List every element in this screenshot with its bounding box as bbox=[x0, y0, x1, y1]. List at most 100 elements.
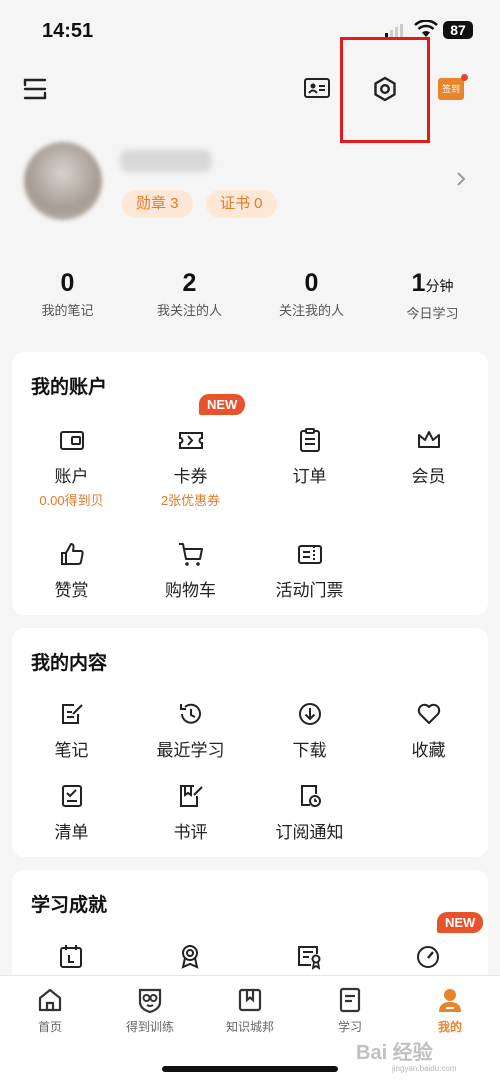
grid-label: 订单 bbox=[292, 467, 327, 486]
calendar-icon[interactable] bbox=[57, 942, 85, 970]
bookmark-icon bbox=[238, 988, 262, 1012]
coupon-icon bbox=[178, 432, 203, 449]
content-item-recent[interactable]: 最近学习 bbox=[131, 700, 250, 761]
thumbs-up-icon bbox=[60, 543, 84, 565]
tab-label: 学习 bbox=[337, 1020, 362, 1034]
grid-label: 下载 bbox=[292, 741, 327, 760]
achievements-title: 学习成就 bbox=[31, 895, 108, 916]
notification-dot bbox=[461, 74, 468, 81]
stat-label: 我关注的人 bbox=[156, 303, 222, 318]
grid-label: 购物车 bbox=[165, 581, 216, 600]
tab-label: 知识城邦 bbox=[225, 1020, 274, 1034]
stat-value: 1 bbox=[411, 269, 426, 297]
study-icon bbox=[339, 987, 361, 1013]
grid-label: 活动门票 bbox=[275, 581, 344, 600]
profile-icon bbox=[439, 989, 461, 1012]
account-item-coupons[interactable]: 卡券 2张优惠券 bbox=[131, 426, 250, 509]
new-badge: NEW bbox=[437, 912, 484, 933]
history-icon bbox=[179, 703, 201, 724]
chevron-right-icon[interactable] bbox=[454, 170, 468, 188]
home-indicator[interactable] bbox=[162, 1066, 338, 1072]
certificate-icon[interactable] bbox=[295, 942, 323, 970]
stat-unit: 分钟 bbox=[425, 278, 454, 294]
watermark-logo: Bai 经验 bbox=[356, 1042, 433, 1064]
content-item-favorites[interactable]: 收藏 bbox=[369, 700, 488, 761]
grid-label: 清单 bbox=[54, 823, 89, 842]
account-item-wallet[interactable]: 账户 0.00得到贝 bbox=[12, 426, 131, 509]
grid-label: 收藏 bbox=[411, 741, 446, 760]
id-card-icon[interactable] bbox=[303, 76, 331, 100]
content-item-checklist[interactable]: 清单 bbox=[12, 782, 131, 843]
sign-in-button[interactable]: 签到 bbox=[438, 74, 468, 102]
stats-row: 0 我的笔记 2 我关注的人 0 关注我的人 1分钟 今日学习 bbox=[0, 268, 500, 328]
content-item-downloads[interactable]: 下载 bbox=[250, 700, 369, 761]
stat-followers[interactable]: 0 关注我的人 bbox=[249, 268, 374, 319]
cart-icon bbox=[178, 543, 203, 566]
profile-header[interactable]: 勋章 3 证书 0 bbox=[0, 130, 500, 230]
stat-label: 关注我的人 bbox=[278, 303, 344, 318]
grid-label: 会员 bbox=[411, 467, 446, 486]
download-icon bbox=[298, 703, 321, 725]
stat-study-time[interactable]: 1分钟 今日学习 bbox=[370, 268, 495, 322]
stat-following[interactable]: 2 我关注的人 bbox=[127, 268, 252, 319]
watermark-url: jingyan.baidu.com bbox=[392, 1064, 457, 1073]
stat-value: 0 bbox=[304, 269, 319, 297]
grid-sub: 0.00得到贝 bbox=[39, 493, 104, 508]
crown-icon bbox=[417, 431, 440, 448]
account-item-membership[interactable]: 会员 bbox=[369, 426, 488, 487]
tab-home[interactable]: 首页 bbox=[0, 986, 100, 1035]
account-item-tips[interactable]: 赞赏 bbox=[12, 540, 131, 601]
tab-label: 得到训练 bbox=[125, 1020, 174, 1034]
cellular-signal-icon bbox=[385, 24, 403, 38]
account-title: 我的账户 bbox=[31, 377, 108, 398]
note-icon bbox=[61, 704, 83, 724]
subscription-icon bbox=[300, 785, 321, 807]
account-item-event-tickets[interactable]: 活动门票 bbox=[250, 540, 369, 601]
tab-label: 首页 bbox=[37, 1020, 62, 1034]
content-card: 我的内容 笔记 最近学习 下载 收藏 清单 书评 订阅通知 bbox=[12, 628, 488, 857]
account-card: 我的账户 账户 0.00得到贝 卡券 2张优惠券 NEW 订单 会员 赞赏 购物… bbox=[12, 352, 488, 615]
avatar[interactable] bbox=[24, 142, 102, 220]
stat-value: 2 bbox=[182, 269, 197, 297]
home-icon bbox=[38, 988, 62, 1012]
tab-training[interactable]: 得到训练 bbox=[100, 986, 200, 1035]
content-title: 我的内容 bbox=[31, 653, 108, 674]
medal-chip[interactable]: 勋章 3 bbox=[122, 190, 193, 218]
grid-label: 最近学习 bbox=[156, 741, 225, 760]
annotation-highlight-box bbox=[340, 37, 430, 143]
grid-label: 账户 bbox=[54, 467, 89, 486]
username-blurred bbox=[120, 150, 212, 172]
ticket-icon bbox=[297, 545, 322, 564]
tab-knowledge-city[interactable]: 知识城邦 bbox=[200, 986, 300, 1035]
content-item-subscriptions[interactable]: 订阅通知 bbox=[250, 782, 369, 843]
book-review-icon bbox=[179, 785, 203, 807]
tab-mine[interactable]: 我的 bbox=[400, 986, 500, 1035]
wallet-icon bbox=[59, 431, 84, 450]
grid-label: 笔记 bbox=[54, 741, 89, 760]
gauge-icon[interactable] bbox=[414, 942, 442, 970]
checklist-icon bbox=[61, 785, 82, 807]
grid-label: 书评 bbox=[173, 823, 208, 842]
heart-icon bbox=[417, 703, 440, 724]
stat-label: 今日学习 bbox=[406, 306, 459, 321]
content-item-book-reviews[interactable]: 书评 bbox=[131, 782, 250, 843]
status-time: 14:51 bbox=[42, 20, 94, 42]
stat-notes[interactable]: 0 我的笔记 bbox=[5, 268, 130, 319]
content-item-notes[interactable]: 笔记 bbox=[12, 700, 131, 761]
grid-sub: 2张优惠券 bbox=[160, 493, 221, 508]
tab-label: 我的 bbox=[437, 1020, 462, 1034]
wifi-icon bbox=[414, 20, 438, 37]
certificate-chip[interactable]: 证书 0 bbox=[206, 190, 277, 218]
grid-label: 赞赏 bbox=[54, 581, 89, 600]
account-item-orders[interactable]: 订单 bbox=[250, 426, 369, 487]
menu-icon[interactable] bbox=[22, 76, 48, 102]
stat-value: 0 bbox=[60, 269, 75, 297]
award-medal-icon[interactable] bbox=[176, 942, 204, 970]
grid-label: 卡券 bbox=[173, 467, 208, 486]
tab-study[interactable]: 学习 bbox=[300, 986, 400, 1035]
new-badge: NEW bbox=[199, 394, 246, 415]
account-item-cart[interactable]: 购物车 bbox=[131, 540, 250, 601]
order-icon bbox=[299, 428, 320, 452]
stat-label: 我的笔记 bbox=[41, 303, 94, 318]
battery-indicator: 87 bbox=[443, 21, 473, 39]
